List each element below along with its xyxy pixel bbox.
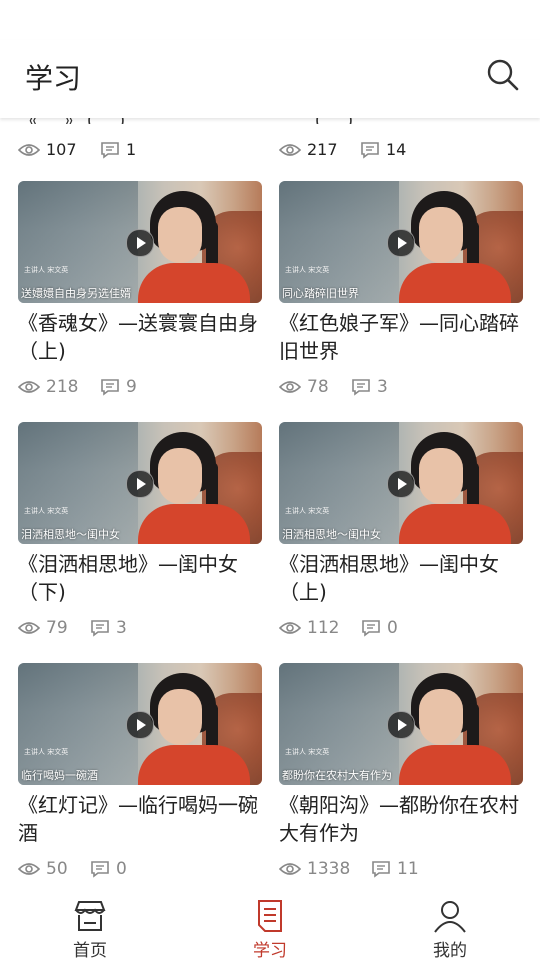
tab-label: 首页 [73,941,107,961]
comment-count: 0 [361,618,398,638]
status-bar [0,0,540,40]
comment-icon [352,379,370,396]
view-count: 107 [18,140,77,159]
eye-icon [18,143,40,156]
bottom-tab-bar: 首页 学习 我的 [0,888,540,961]
comment-count: 11 [371,859,419,879]
eye-icon [279,622,301,634]
comment-count: 14 [360,140,406,159]
video-thumbnail[interactable]: 主讲人 宋文英 临行喝妈一碗酒 [18,663,262,785]
comment-icon [91,620,109,637]
play-icon[interactable] [126,711,154,739]
video-thumbnail[interactable]: 主讲人 宋文英 同心踏碎旧世界 [279,181,523,303]
eye-icon [18,622,40,634]
view-count: 217 [279,140,338,159]
comment-icon [372,861,390,878]
tab-home[interactable]: 首页 [30,888,150,961]
lecturer-label: 主讲人 宋文英 [285,507,330,515]
thumbnail-caption: 同心踏碎旧世界 [282,287,359,300]
play-icon[interactable] [387,711,415,739]
video-card[interactable]: 主讲人 宋文英 临行喝妈一碗酒 《红灯记》—临行喝妈一碗酒 50 0 [18,663,262,881]
thumbnail-caption: 都盼你在农村大有作为 [282,769,392,782]
document-icon [258,900,282,932]
video-card[interactable]: 主讲人 宋文英 泪洒相思地～闺中女 《泪洒相思地》—闺中女（上) 112 0 [279,422,523,640]
video-stats: 112 0 [279,618,523,640]
video-title[interactable]: 《红色娘子军》—同心踏碎旧世界 [279,309,523,365]
view-count: 50 [18,859,68,879]
video-stats: 78 3 [279,377,523,399]
video-card[interactable]: 主讲人 宋文英 送嬛嬛自由身另选佳婿 《香魂女》—送寰寰自由身（上) 218 9 [18,181,262,399]
video-title[interactable]: 《香魂女》—送寰寰自由身（上) [18,309,262,365]
page-title: 学习 [25,62,82,95]
shop-icon [74,901,106,931]
view-count: 218 [18,377,78,397]
partial-title: …（…） [279,118,367,124]
comment-count: 1 [100,140,136,159]
comment-count: 0 [90,859,127,879]
video-thumbnail[interactable]: 主讲人 宋文英 送嬛嬛自由身另选佳婿 [18,181,262,303]
play-icon[interactable] [387,470,415,498]
tab-study[interactable]: 学习 [210,888,330,961]
video-stats: 50 0 [18,859,262,881]
view-count: 79 [18,618,68,638]
comment-icon [91,861,109,878]
play-icon[interactable] [126,229,154,257]
view-count: 78 [279,377,329,397]
lecturer-label: 主讲人 宋文英 [285,748,330,756]
video-card[interactable]: 主讲人 宋文英 同心踏碎旧世界 《红色娘子军》—同心踏碎旧世界 78 3 [279,181,523,399]
eye-icon [279,143,301,156]
video-title[interactable]: 《红灯记》—临行喝妈一碗酒 [18,791,262,847]
video-stats: 218 9 [18,377,262,399]
lecturer-label: 主讲人 宋文英 [24,748,69,756]
video-card[interactable]: 主讲人 宋文英 泪洒相思地～闺中女 《泪洒相思地》—闺中女（下) 79 3 [18,422,262,640]
video-title[interactable]: 《朝阳沟》—都盼你在农村大有作为 [279,791,523,847]
play-icon[interactable] [387,229,415,257]
thumbnail-caption: 送嬛嬛自由身另选佳婿 [21,287,131,300]
lecturer-label: 主讲人 宋文英 [24,266,69,274]
video-stats: 79 3 [18,618,262,640]
comment-icon [101,141,119,159]
comment-count: 9 [100,377,137,397]
eye-icon [279,863,301,875]
comment-icon [101,379,119,396]
video-title[interactable]: 《泪洒相思地》—闺中女（下) [18,550,262,606]
video-list[interactable]: 《…》（…） …（…） 107 1 217 14 主讲人 宋文英 送嬛嬛自由身另… [0,118,540,888]
eye-icon [18,381,40,393]
video-thumbnail[interactable]: 主讲人 宋文英 泪洒相思地～闺中女 [18,422,262,544]
play-icon[interactable] [126,470,154,498]
video-stats: 1338 11 [279,859,523,881]
tab-label: 学习 [253,941,287,961]
video-thumbnail[interactable]: 主讲人 宋文英 都盼你在农村大有作为 [279,663,523,785]
video-title[interactable]: 《泪洒相思地》—闺中女（上) [279,550,523,606]
top-row-stats: 107 1 217 14 [0,140,540,168]
video-thumbnail[interactable]: 主讲人 宋文英 泪洒相思地～闺中女 [279,422,523,544]
tab-profile[interactable]: 我的 [390,888,510,961]
thumbnail-caption: 泪洒相思地～闺中女 [21,528,120,541]
lecturer-label: 主讲人 宋文英 [285,266,330,274]
view-count: 1338 [279,859,350,879]
view-count: 112 [279,618,339,638]
comment-icon [361,141,379,159]
thumbnail-caption: 临行喝妈一碗酒 [21,769,98,782]
comment-icon [362,620,380,637]
thumbnail-caption: 泪洒相思地～闺中女 [282,528,381,541]
lecturer-label: 主讲人 宋文英 [24,507,69,515]
search-icon[interactable] [486,58,520,92]
video-card[interactable]: 主讲人 宋文英 都盼你在农村大有作为 《朝阳沟》—都盼你在农村大有作为 1338… [279,663,523,881]
comment-count: 3 [90,618,127,638]
eye-icon [18,863,40,875]
app-header: 学习 [0,40,540,118]
tab-label: 我的 [433,941,467,961]
eye-icon [279,381,301,393]
comment-count: 3 [351,377,388,397]
partial-title: 《…》（…） [18,118,139,124]
person-icon [434,901,466,933]
